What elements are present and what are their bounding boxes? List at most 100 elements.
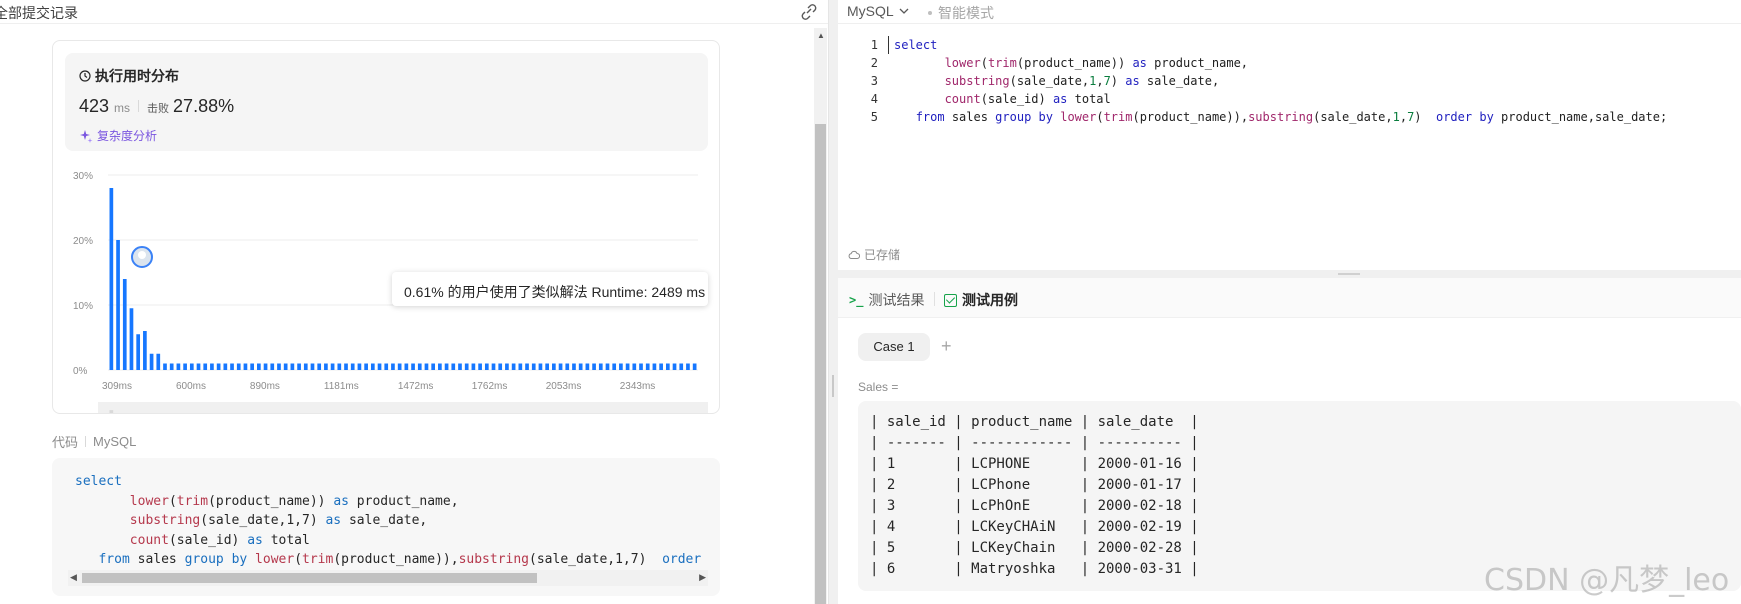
histogram-bar[interactable] (458, 363, 462, 371)
histogram-bar[interactable] (484, 363, 489, 371)
histogram-bar[interactable] (572, 363, 576, 371)
histogram-bar[interactable] (438, 363, 442, 371)
histogram-bar[interactable] (357, 363, 362, 371)
histogram-bar[interactable] (303, 363, 308, 371)
pane-resizer[interactable] (828, 0, 838, 604)
link-icon[interactable] (800, 4, 818, 20)
histogram-bar[interactable] (491, 363, 496, 371)
scroll-up-icon[interactable]: ▲ (817, 31, 825, 40)
histogram-bar[interactable] (324, 363, 328, 371)
histogram-bar[interactable] (625, 363, 630, 371)
histogram-bar[interactable] (619, 363, 623, 371)
histogram-bar[interactable] (344, 363, 348, 371)
histogram-bar[interactable] (370, 363, 375, 371)
histogram-bar[interactable] (578, 363, 583, 371)
histogram-bar[interactable] (585, 363, 590, 371)
histogram-bar[interactable] (417, 363, 422, 371)
histogram-bar[interactable] (391, 363, 395, 371)
histogram-bar[interactable] (645, 363, 650, 371)
histogram-bar[interactable] (330, 363, 335, 371)
histogram-bar[interactable] (518, 363, 523, 371)
vertical-scrollbar[interactable]: ▲ (814, 28, 827, 604)
case-1-button[interactable]: Case 1 (858, 333, 930, 361)
histogram-bar[interactable] (471, 363, 476, 371)
histogram-bar[interactable] (243, 363, 248, 371)
histogram-bar[interactable] (216, 363, 221, 371)
histogram-bar[interactable] (478, 363, 482, 371)
editor-line[interactable]: count(sale_id) as total (894, 90, 1667, 108)
histogram-bar[interactable] (377, 363, 382, 371)
histogram-bar[interactable] (290, 363, 295, 371)
histogram-bar[interactable] (116, 240, 120, 370)
histogram-bar[interactable] (203, 363, 208, 371)
range-brush[interactable] (98, 402, 708, 413)
histogram-bar[interactable] (451, 363, 456, 371)
histogram-bar[interactable] (672, 363, 677, 371)
histogram-bar[interactable] (297, 363, 301, 371)
all-submissions-link[interactable]: 全部提交记录 (0, 3, 78, 23)
histogram-bar[interactable] (686, 363, 690, 371)
histogram-bar[interactable] (538, 363, 543, 371)
histogram-bar[interactable] (444, 363, 449, 371)
histogram-bar[interactable] (525, 363, 529, 371)
histogram-bar[interactable] (210, 363, 214, 371)
histogram-bar[interactable] (692, 363, 697, 371)
histogram-bar[interactable] (545, 363, 549, 371)
histogram-bar[interactable] (598, 363, 603, 371)
editor-code[interactable]: select lower(trim(product_name)) as prod… (894, 36, 1667, 126)
histogram-bar[interactable] (109, 188, 114, 370)
histogram-bar[interactable] (605, 363, 610, 371)
tab-test-result[interactable]: >_ 测试结果 (849, 290, 924, 310)
histogram-bar[interactable] (176, 363, 181, 371)
histogram-bar[interactable] (350, 363, 355, 371)
panel-resizer[interactable] (838, 270, 1741, 278)
histogram-bar[interactable] (552, 363, 556, 371)
histogram-bar[interactable] (404, 363, 409, 371)
editor-line[interactable]: select (894, 36, 1667, 54)
histogram-bar[interactable] (397, 363, 402, 371)
histogram-bar[interactable] (257, 363, 261, 371)
histogram-bar[interactable] (411, 363, 415, 371)
histogram-bar[interactable] (136, 334, 141, 370)
panel-resizer-grip[interactable] (1338, 273, 1360, 275)
histogram-bar[interactable] (639, 363, 643, 371)
histogram-bar[interactable] (431, 363, 436, 371)
histogram-bar[interactable] (122, 279, 127, 370)
histogram-bar[interactable] (424, 363, 429, 371)
histogram-bar[interactable] (310, 363, 315, 371)
histogram-bar[interactable] (129, 308, 134, 370)
code-editor[interactable]: 1 2 3 4 5 select lower(trim(product_name)) a… (838, 26, 1741, 261)
histogram-bar[interactable] (337, 363, 342, 371)
histogram-bar[interactable] (364, 363, 368, 371)
histogram-bar[interactable] (592, 363, 596, 371)
histogram-bar[interactable] (230, 363, 234, 371)
language-select[interactable]: MySQL (847, 3, 909, 19)
code-horizontal-scrollbar[interactable]: ◀ ▶ (68, 570, 708, 586)
histogram-bar[interactable] (156, 353, 161, 370)
histogram-bar[interactable] (531, 363, 536, 371)
editor-line[interactable]: from sales group by lower(trim(product_n… (894, 108, 1668, 126)
hscroll-thumb[interactable] (82, 573, 537, 583)
histogram-bar[interactable] (498, 363, 503, 371)
my-submission-avatar[interactable] (131, 246, 153, 268)
add-case-button[interactable]: + (941, 336, 952, 357)
histogram-bar[interactable] (163, 363, 167, 371)
histogram-bar[interactable] (270, 363, 275, 371)
histogram-bar[interactable] (511, 363, 516, 371)
histogram-bar[interactable] (250, 363, 254, 371)
resizer-grip[interactable] (832, 375, 834, 397)
histogram-bar[interactable] (464, 363, 469, 371)
histogram-bar[interactable] (183, 363, 187, 371)
scroll-right-icon[interactable]: ▶ (699, 572, 706, 583)
histogram-bar[interactable] (223, 363, 228, 371)
histogram-bar[interactable] (659, 363, 663, 371)
histogram-bar[interactable] (384, 363, 389, 371)
histogram-bar[interactable] (189, 363, 194, 371)
histogram-bar[interactable] (679, 363, 684, 371)
histogram-bar[interactable] (612, 363, 617, 371)
histogram-bar[interactable] (665, 363, 670, 371)
histogram-bar[interactable] (652, 363, 657, 371)
histogram-bar[interactable] (565, 363, 570, 371)
histogram-bar[interactable] (317, 363, 322, 371)
histogram-bar[interactable] (632, 363, 637, 371)
